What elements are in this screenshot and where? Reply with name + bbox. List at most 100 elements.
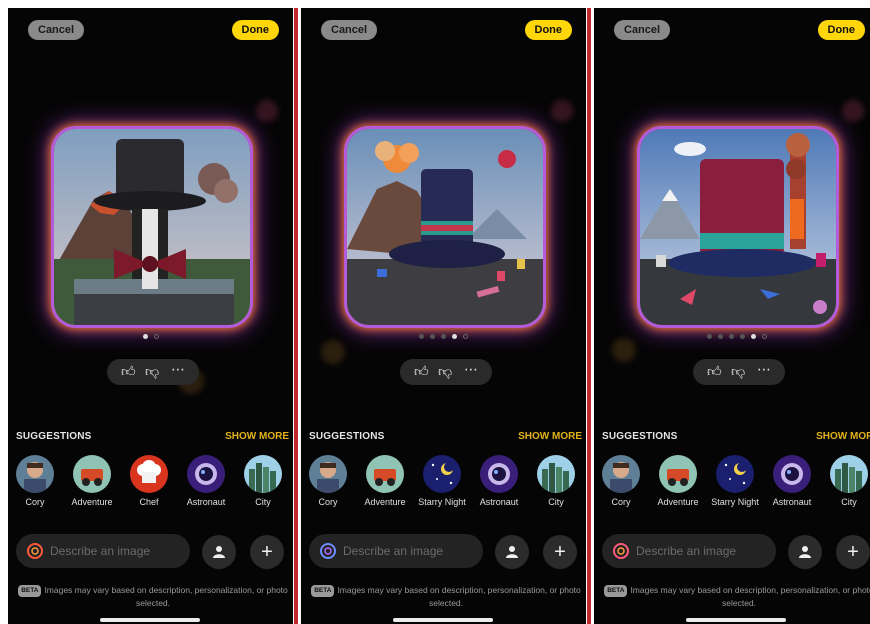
cancel-button[interactable]: Cancel	[614, 20, 671, 40]
suggestion-city[interactable]: City	[240, 455, 286, 507]
input-placeholder: Describe an image	[50, 544, 151, 558]
done-button[interactable]: Done	[231, 20, 279, 40]
page-dot[interactable]	[706, 334, 712, 339]
phone-screen-2: Cancel Done 👍︎ 👎︎ ⋯ SUGGESTIONS SHOW MOR…	[301, 8, 586, 624]
ellipsis-icon[interactable]: ⋯	[757, 361, 771, 378]
image-playground-icon	[613, 543, 629, 559]
home-indicator[interactable]	[393, 618, 493, 622]
screenshot-collage: Cancel Done 👍︎ 👎︎ ⋯ SUGGESTIONS SHOW MOR…	[0, 0, 870, 624]
person-avatar	[16, 455, 54, 493]
person-icon	[506, 546, 518, 558]
disclaimer-text: Images may vary based on description, pe…	[630, 585, 870, 608]
suggestion-label: Cory	[318, 497, 338, 507]
adventure-icon	[73, 455, 111, 493]
ellipsis-icon[interactable]: ⋯	[464, 361, 478, 378]
suggestion-astronaut[interactable]: Astronaut	[769, 455, 815, 507]
generated-image[interactable]	[640, 129, 836, 325]
page-indicator	[8, 334, 293, 339]
suggestions-heading: SUGGESTIONS	[602, 431, 678, 442]
page-indicator	[301, 334, 586, 339]
beta-badge: BETA	[311, 585, 335, 597]
describe-image-input[interactable]: Describe an image	[309, 534, 483, 568]
page-dot[interactable]	[153, 334, 159, 339]
show-more-link[interactable]: SHOW MORE	[225, 431, 289, 442]
thumbs-down-icon[interactable]: 👎︎	[731, 363, 745, 380]
astronaut-icon	[480, 455, 518, 493]
adventure-icon	[366, 455, 404, 493]
page-dot[interactable]	[463, 334, 468, 339]
suggestion-cory[interactable]: Cory	[305, 455, 351, 507]
suggestion-label: City	[841, 497, 857, 507]
describe-image-input[interactable]: Describe an image	[16, 534, 190, 568]
suggestions-heading: SUGGESTIONS	[16, 431, 92, 442]
thumbs-up-icon[interactable]: 👍︎	[121, 363, 136, 380]
adventure-icon	[659, 455, 697, 493]
home-indicator[interactable]	[686, 618, 786, 622]
suggestion-city[interactable]: City	[533, 455, 579, 507]
show-more-link[interactable]: SHOW MORE	[518, 431, 582, 442]
suggestion-starry-night[interactable]: Starry Night	[711, 455, 759, 507]
suggestion-adventure[interactable]: Adventure	[655, 455, 701, 507]
suggestion-label: Astronaut	[772, 497, 812, 507]
page-dot[interactable]	[717, 334, 723, 339]
starry-night-icon	[423, 455, 461, 493]
disclaimer: BETA Images may vary based on description…	[604, 584, 870, 609]
page-dot[interactable]	[761, 334, 767, 339]
suggestion-label: Adventure	[364, 497, 406, 507]
suggestion-label: Starry Night	[711, 497, 759, 507]
tophat-bowtie-illustration	[54, 129, 250, 325]
suggestion-adventure[interactable]: Adventure	[362, 455, 408, 507]
suggestion-city[interactable]: City	[826, 455, 870, 507]
page-dot[interactable]	[452, 334, 457, 339]
person-button[interactable]	[495, 535, 529, 569]
page-dot[interactable]	[728, 334, 734, 339]
suggestion-chef[interactable]: Chef	[126, 455, 172, 507]
person-button[interactable]	[788, 535, 822, 569]
thumbs-up-icon[interactable]: 👍︎	[414, 363, 429, 380]
thumbs-up-icon[interactable]: 👍︎	[707, 363, 722, 380]
suggestion-label: Cory	[611, 497, 631, 507]
starry-night-icon	[716, 455, 754, 493]
show-more-link[interactable]: SHOW MORE	[816, 431, 870, 442]
add-button[interactable]: +	[836, 535, 870, 569]
astronaut-icon	[773, 455, 811, 493]
suggestion-label: Chef	[139, 497, 159, 507]
add-button[interactable]: +	[543, 535, 577, 569]
thumbs-down-icon[interactable]: 👎︎	[145, 363, 159, 380]
plus-icon: +	[261, 541, 273, 563]
cancel-button[interactable]: Cancel	[28, 20, 85, 40]
bokeh-light	[551, 100, 573, 122]
page-dot[interactable]	[750, 334, 756, 339]
suggestion-adventure[interactable]: Adventure	[69, 455, 115, 507]
divider	[294, 8, 298, 624]
page-dot[interactable]	[441, 334, 446, 339]
suggestion-label: Astronaut	[186, 497, 226, 507]
describe-image-input[interactable]: Describe an image	[602, 534, 776, 568]
done-button[interactable]: Done	[817, 20, 865, 40]
page-dot[interactable]	[419, 334, 424, 339]
add-button[interactable]: +	[250, 535, 284, 569]
disclaimer: BETA Images may vary based on description…	[18, 584, 288, 609]
home-indicator[interactable]	[100, 618, 200, 622]
generated-image[interactable]	[54, 129, 250, 325]
generated-image[interactable]	[347, 129, 543, 325]
done-button[interactable]: Done	[524, 20, 572, 40]
suggestions-heading: SUGGESTIONS	[309, 431, 385, 442]
person-avatar	[602, 455, 640, 493]
page-indicator	[594, 334, 870, 339]
cancel-button[interactable]: Cancel	[321, 20, 378, 40]
person-button[interactable]	[202, 535, 236, 569]
feedback-bar: 👍︎ 👎︎ ⋯	[400, 359, 492, 385]
page-dot[interactable]	[142, 334, 148, 339]
page-dot[interactable]	[430, 334, 435, 339]
page-dot[interactable]	[739, 334, 745, 339]
astronaut-icon	[187, 455, 225, 493]
thumbs-down-icon[interactable]: 👎︎	[438, 363, 452, 380]
suggestion-cory[interactable]: Cory	[598, 455, 644, 507]
phone-screen-3: Cancel Done 👍︎ 👎︎ ⋯ SUGGESTIONS SHOW MOR…	[594, 8, 870, 624]
suggestion-starry-night[interactable]: Starry Night	[418, 455, 466, 507]
suggestion-astronaut[interactable]: Astronaut	[476, 455, 522, 507]
suggestion-cory[interactable]: Cory	[12, 455, 58, 507]
ellipsis-icon[interactable]: ⋯	[171, 361, 185, 378]
suggestion-astronaut[interactable]: Astronaut	[183, 455, 229, 507]
